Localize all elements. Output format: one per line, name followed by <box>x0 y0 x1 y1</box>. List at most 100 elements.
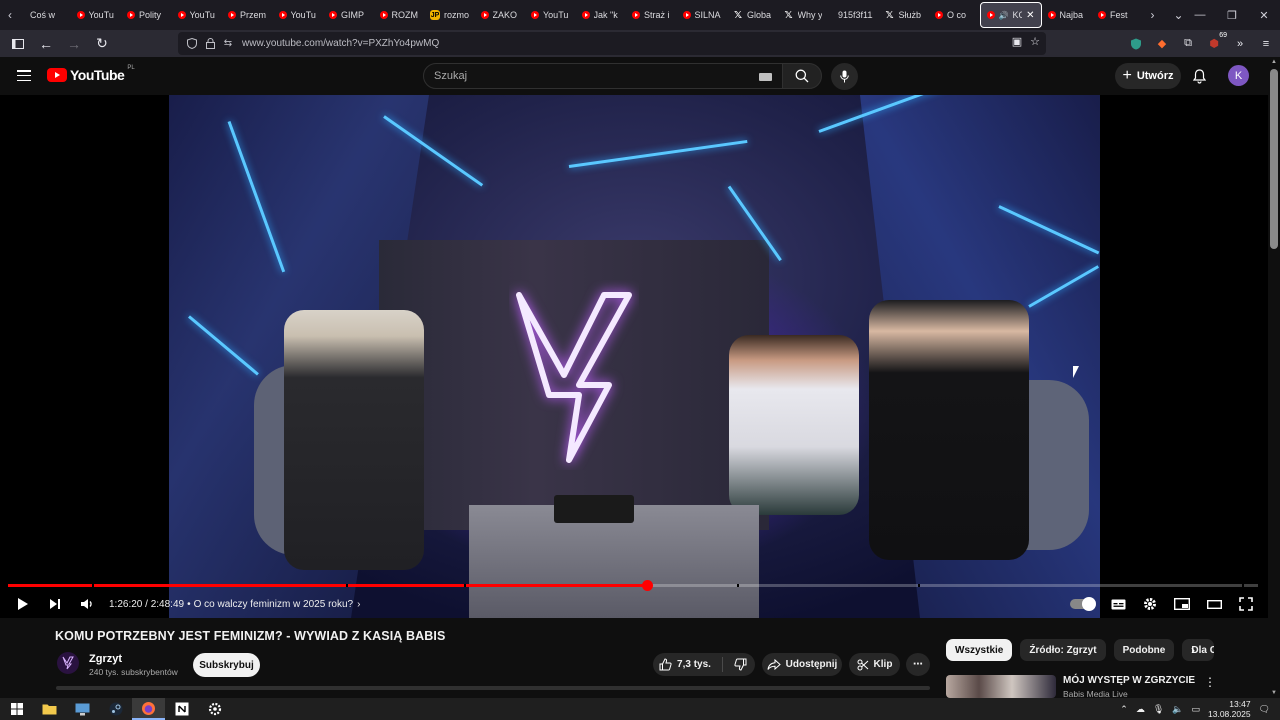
notifications-bell-icon[interactable] <box>1191 68 1207 84</box>
steam-icon[interactable] <box>99 698 132 720</box>
minimize-button[interactable]: — <box>1184 0 1216 30</box>
taskbar-clock[interactable]: 13:47 13.08.2025 <box>1208 699 1251 719</box>
dislike-button[interactable] <box>728 658 751 671</box>
filter-chip[interactable]: Wszystkie <box>946 639 1013 661</box>
tray-overflow-chevron-icon[interactable]: ⌃ <box>1120 704 1128 715</box>
account-avatar[interactable]: K <box>1228 65 1249 86</box>
browser-tab[interactable]: YouTu <box>71 2 122 28</box>
theater-mode-button[interactable] <box>1200 590 1228 618</box>
fullscreen-button[interactable] <box>1232 590 1260 618</box>
browser-tab[interactable]: YouTu <box>525 2 576 28</box>
keyboard-icon[interactable] <box>759 73 772 81</box>
browser-tab[interactable]: Fest <box>1092 2 1143 28</box>
file-explorer-icon[interactable] <box>33 698 66 720</box>
browser-tab[interactable]: Straż i <box>626 2 677 28</box>
voice-search-button[interactable] <box>831 63 858 90</box>
scroll-down-arrow-icon[interactable]: ▼ <box>1271 690 1277 696</box>
recommendation-title[interactable]: MÓJ WYSTĘP W ZGRZYCIE <box>1063 675 1195 686</box>
speaker-tray-icon[interactable]: 🔈 <box>1172 704 1183 715</box>
browser-tab[interactable]: Przem <box>222 2 273 28</box>
forward-button[interactable]: → <box>62 32 86 56</box>
reader-view-icon[interactable]: ▣ <box>1012 35 1022 48</box>
tab-audio-icon[interactable]: 🔊 <box>999 11 1009 20</box>
browser-tab[interactable]: JP rozmo <box>424 2 475 28</box>
vpn-extension-icon[interactable] <box>1128 36 1144 52</box>
page-scrollbar[interactable]: ▲ ▼ <box>1268 57 1280 698</box>
browser-tab[interactable]: Polity <box>121 2 172 28</box>
browser-tab[interactable]: 915f3f112 <box>828 2 879 28</box>
browser-tab[interactable]: YouTu <box>172 2 223 28</box>
chapter-title[interactable]: O co walczy feminizm w 2025 roku? <box>194 599 354 610</box>
recommendation-thumbnail[interactable] <box>946 675 1056 698</box>
next-button[interactable] <box>41 590 69 618</box>
play-button[interactable] <box>9 590 37 618</box>
microphone-tray-icon[interactable]: 🎙 <box>1153 704 1164 715</box>
overflow-chevron-icon[interactable]: » <box>1232 36 1248 52</box>
notifications-tray-icon[interactable]: 🗨 <box>1259 704 1270 715</box>
notion-icon[interactable] <box>165 698 198 720</box>
channel-avatar[interactable] <box>57 652 79 674</box>
chips-next-chevron-icon[interactable]: › <box>1191 643 1195 657</box>
share-button[interactable]: Udostępnij <box>762 653 842 676</box>
reload-button[interactable]: ↻ <box>90 32 114 56</box>
ublock-extension-icon[interactable]: ⬢ 69 <box>1206 31 1228 52</box>
search-button[interactable] <box>782 63 822 89</box>
extensions-puzzle-icon[interactable]: ⧉ <box>1180 36 1196 52</box>
browser-tab[interactable]: ROZM <box>374 2 425 28</box>
subscribe-button[interactable]: Subskrybuj <box>193 653 260 677</box>
tab-scroll-right-button[interactable]: › <box>1143 0 1163 30</box>
scroll-up-arrow-icon[interactable]: ▲ <box>1271 59 1277 65</box>
firefox-icon[interactable] <box>132 698 165 720</box>
search-input[interactable] <box>424 70 724 82</box>
browser-tab[interactable]: 𝕏 Służb <box>879 2 930 28</box>
remote-desktop-icon[interactable] <box>66 698 99 720</box>
browser-tab[interactable]: Najba <box>1042 2 1093 28</box>
settings-app-icon[interactable] <box>198 698 231 720</box>
miniplayer-button[interactable] <box>1168 590 1196 618</box>
browser-tab[interactable]: 𝕏 Why y <box>778 2 829 28</box>
progress-bar[interactable] <box>8 580 1258 591</box>
browser-tab[interactable]: O co <box>929 2 980 28</box>
tab-scroll-left-button[interactable]: ‹ <box>0 0 20 30</box>
network-tray-icon[interactable]: ▭ <box>1192 704 1201 715</box>
browser-tab[interactable]: Jak "k <box>576 2 627 28</box>
app-menu-icon[interactable]: ≡ <box>1258 36 1274 52</box>
subtitles-button[interactable] <box>1104 590 1132 618</box>
bookmark-star-icon[interactable]: ☆ <box>1030 35 1040 48</box>
tracking-protection-icon[interactable] <box>184 36 200 52</box>
like-button[interactable]: 7,3 tys. <box>657 658 717 671</box>
start-button[interactable] <box>0 698 33 720</box>
browser-tab[interactable]: YouTu <box>273 2 324 28</box>
settings-button[interactable] <box>1136 590 1164 618</box>
youtube-logo[interactable]: YouTube PL <box>47 65 135 83</box>
create-button[interactable]: + Utwórz <box>1115 63 1181 89</box>
scrollbar-thumb[interactable] <box>1270 69 1278 249</box>
chapter-chevron-icon[interactable]: › <box>357 599 360 610</box>
volume-button[interactable] <box>73 590 101 618</box>
url-bar[interactable]: ⇆ www.youtube.com/watch?v=PXZhYo4pwMQ ▣ … <box>178 32 1046 55</box>
browser-tab-active[interactable]: 🔊KO ✕ <box>979 2 1042 28</box>
close-window-button[interactable]: ✕ <box>1248 0 1280 30</box>
browser-tab[interactable]: GIMP <box>323 2 374 28</box>
browser-tab[interactable]: 𝕏 Globa <box>727 2 778 28</box>
browser-tab[interactable]: ZAKO <box>475 2 526 28</box>
guide-menu-icon[interactable] <box>17 70 31 81</box>
restore-button[interactable]: ❐ <box>1216 0 1248 30</box>
back-button[interactable]: ← <box>34 32 58 56</box>
more-actions-button[interactable]: ⋯ <box>906 653 930 676</box>
browser-tab[interactable]: SILNA <box>677 2 728 28</box>
autoplay-toggle[interactable] <box>1064 590 1100 618</box>
filter-chip[interactable]: Dla C <box>1182 639 1215 661</box>
video-frame[interactable] <box>169 95 1100 618</box>
permissions-icon[interactable]: ⇆ <box>220 36 236 52</box>
onedrive-cloud-icon[interactable]: ☁ <box>1136 704 1145 715</box>
tab-close-icon[interactable]: ✕ <box>1026 10 1034 21</box>
lock-icon[interactable] <box>202 36 218 52</box>
fox-extension-icon[interactable]: ◆ <box>1154 36 1170 52</box>
sidebar-toggle-icon[interactable] <box>6 32 30 56</box>
filter-chip[interactable]: Podobne <box>1113 639 1175 661</box>
recommendation-more-vertical-icon[interactable]: ⋮ <box>1204 675 1216 689</box>
channel-name[interactable]: Zgrzyt <box>89 653 122 665</box>
video-player[interactable]: 1:26:20 / 2:48:49 • O co walczy feminizm… <box>0 95 1268 618</box>
filter-chip[interactable]: Źródło: Zgrzyt <box>1020 639 1106 661</box>
